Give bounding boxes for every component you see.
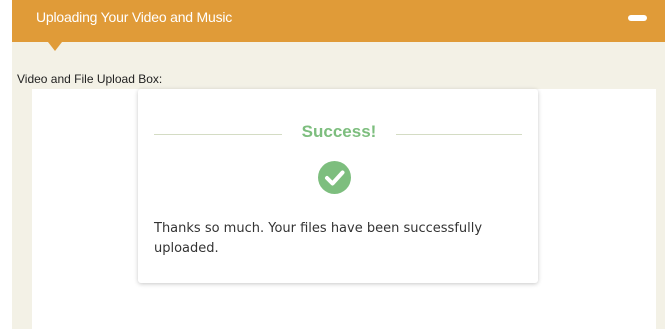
upload-panel: Uploading Your Video and Music Video and… — [12, 0, 665, 329]
panel-header[interactable]: Uploading Your Video and Music — [12, 0, 665, 42]
panel-title: Uploading Your Video and Music — [36, 9, 233, 25]
title-divider-left — [154, 134, 282, 135]
success-title: Success! — [301, 122, 377, 141]
check-circle-icon — [318, 161, 351, 194]
header-pointer-arrow — [48, 42, 62, 51]
upload-box: Success! Thanks so much. Your files have… — [32, 89, 656, 329]
title-divider-right — [396, 134, 522, 135]
success-message: Thanks so much. Your files have been suc… — [154, 221, 483, 256]
upload-box-label: Video and File Upload Box: — [17, 72, 163, 86]
minus-icon[interactable] — [628, 15, 647, 21]
success-card: Success! Thanks so much. Your files have… — [138, 89, 538, 283]
